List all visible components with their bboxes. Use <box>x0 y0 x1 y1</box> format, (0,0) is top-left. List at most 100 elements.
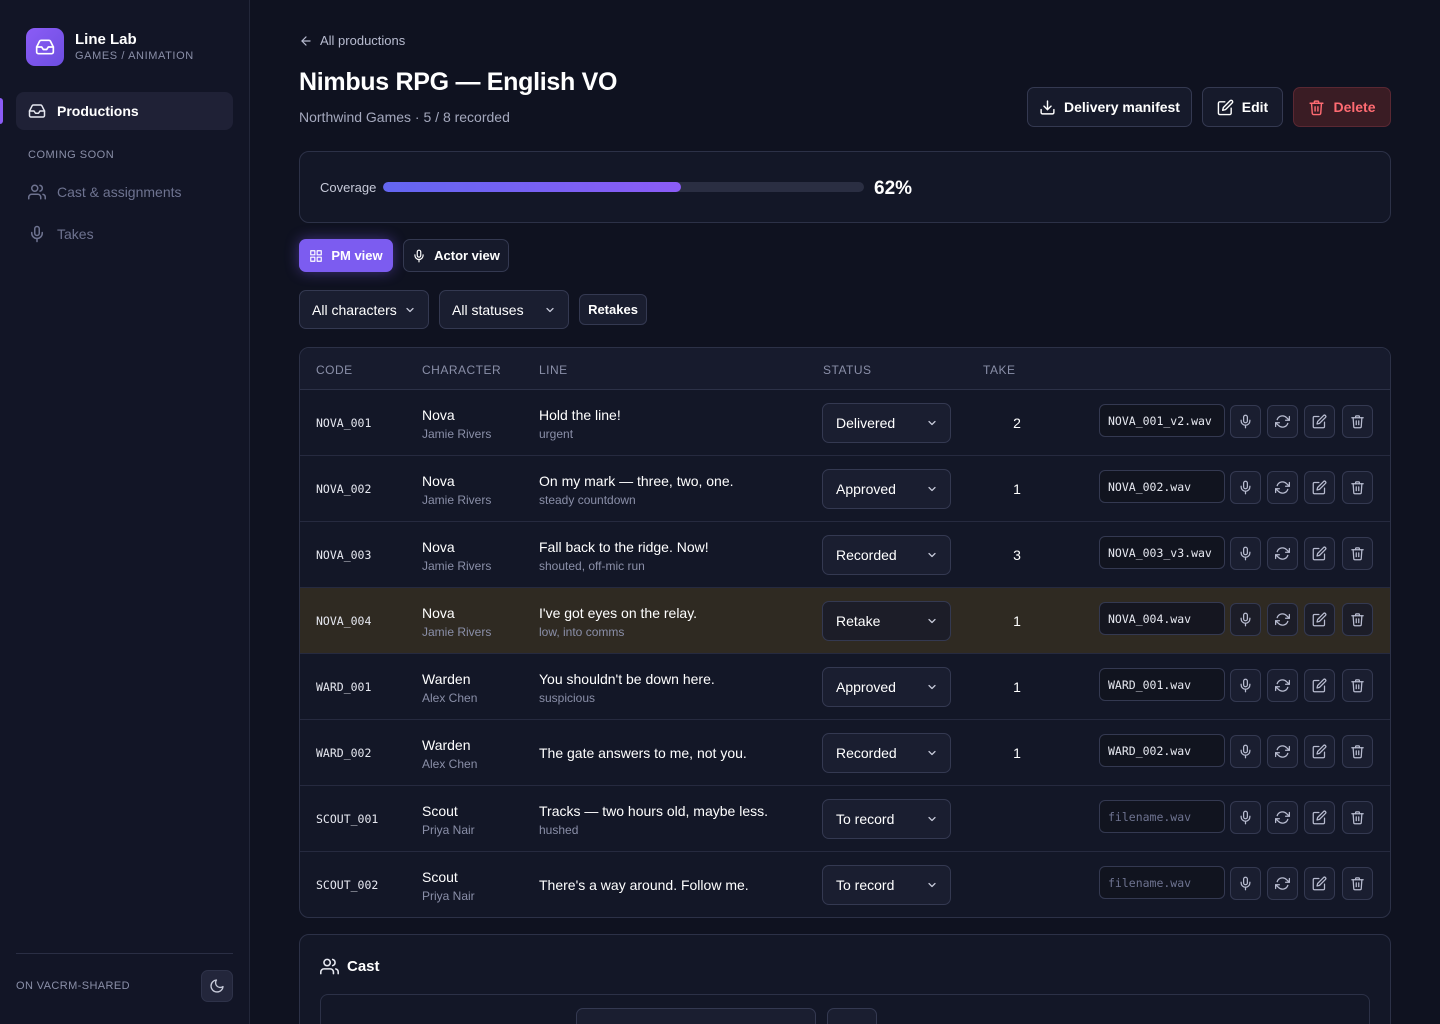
delete-line-button[interactable] <box>1342 735 1373 768</box>
filename-input[interactable] <box>1099 668 1225 701</box>
record-take-button[interactable] <box>1230 867 1261 900</box>
delete-line-button[interactable] <box>1342 867 1373 900</box>
line-code: NOVA_002 <box>316 482 372 496</box>
status-select[interactable]: To record <box>822 799 951 839</box>
delete-line-button[interactable] <box>1342 669 1373 702</box>
filename-input[interactable] <box>1099 734 1225 767</box>
cast-add-button[interactable] <box>827 1008 877 1024</box>
cast-name-field[interactable] <box>576 1008 816 1024</box>
record-take-button[interactable] <box>1230 537 1261 570</box>
replace-take-button[interactable] <box>1267 405 1298 438</box>
delete-line-button[interactable] <box>1342 471 1373 504</box>
replace-take-button[interactable] <box>1267 537 1298 570</box>
trash-icon <box>1350 744 1365 759</box>
line-direction: urgent <box>539 427 574 441</box>
replace-take-button[interactable] <box>1267 801 1298 834</box>
filename-input[interactable] <box>1099 470 1225 503</box>
filename-input[interactable] <box>1099 404 1225 437</box>
status-select[interactable]: Approved <box>822 667 951 707</box>
mic-icon <box>1238 810 1253 825</box>
delivery-manifest-button[interactable]: Delivery manifest <box>1027 87 1192 127</box>
replace-take-button[interactable] <box>1267 867 1298 900</box>
divider <box>16 953 233 954</box>
edit-icon <box>1312 744 1327 759</box>
status-select[interactable]: Retake <box>822 601 951 641</box>
take-number: 1 <box>1013 745 1021 761</box>
status-select[interactable]: Approved <box>822 469 951 509</box>
table-header: CODE CHARACTER LINE STATUS TAKE <box>300 348 1390 390</box>
edit-line-button[interactable] <box>1304 405 1335 438</box>
edit-icon <box>1312 414 1327 429</box>
delete-line-button[interactable] <box>1342 603 1373 636</box>
status-select[interactable]: Recorded <box>822 535 951 575</box>
status-select[interactable]: Delivered <box>822 403 951 443</box>
character-cell: Nova Jamie Rivers <box>422 407 491 442</box>
status-select[interactable]: To record <box>822 865 951 905</box>
delete-button[interactable]: Delete <box>1293 87 1391 127</box>
actor-name: Alex Chen <box>422 691 478 705</box>
sidebar-item-cast-assignments[interactable]: Cast & assignments <box>28 183 182 201</box>
edit-line-button[interactable] <box>1304 735 1335 768</box>
users-icon <box>320 957 339 976</box>
record-take-button[interactable] <box>1230 801 1261 834</box>
retakes-filter-button[interactable]: Retakes <box>579 294 647 325</box>
take-number: 2 <box>1013 415 1021 431</box>
actor-view-button[interactable]: Actor view <box>403 239 509 272</box>
status-select[interactable]: Recorded <box>822 733 951 773</box>
cast-form <box>320 994 1370 1024</box>
delete-line-button[interactable] <box>1342 405 1373 438</box>
record-take-button[interactable] <box>1230 603 1261 636</box>
inbox-icon <box>28 102 46 120</box>
record-take-button[interactable] <box>1230 405 1261 438</box>
line-text: Fall back to the ridge. Now! <box>539 539 709 555</box>
take-number: 1 <box>1013 481 1021 497</box>
replace-take-button[interactable] <box>1267 735 1298 768</box>
edit-line-button[interactable] <box>1304 471 1335 504</box>
page-subtitle: Northwind Games · 5 / 8 recorded <box>299 109 510 125</box>
filename-input[interactable] <box>1099 536 1225 569</box>
replace-take-button[interactable] <box>1267 603 1298 636</box>
character-name: Nova <box>422 539 455 555</box>
edit-button[interactable]: Edit <box>1202 87 1283 127</box>
delete-line-button[interactable] <box>1342 801 1373 834</box>
take-number: 3 <box>1013 547 1021 563</box>
pm-view-button[interactable]: PM view <box>299 239 393 272</box>
filename-input[interactable] <box>1099 602 1225 635</box>
actor-name: Priya Nair <box>422 889 475 903</box>
record-take-button[interactable] <box>1230 735 1261 768</box>
brand[interactable]: Line Lab GAMES / ANIMATION <box>26 28 194 66</box>
edit-line-button[interactable] <box>1304 867 1335 900</box>
refresh-icon <box>1275 546 1290 561</box>
trash-icon <box>1350 612 1365 627</box>
record-take-button[interactable] <box>1230 471 1261 504</box>
character-filter-select[interactable]: All characters <box>299 290 429 329</box>
filename-input[interactable] <box>1099 800 1225 833</box>
delete-line-button[interactable] <box>1342 537 1373 570</box>
replace-take-button[interactable] <box>1267 669 1298 702</box>
record-take-button[interactable] <box>1230 669 1261 702</box>
grid-icon <box>309 249 323 263</box>
table-row: NOVA_003 Nova Jamie Rivers Fall back to the… <box>300 522 1390 588</box>
replace-take-button[interactable] <box>1267 471 1298 504</box>
table-row: NOVA_001 Nova Jamie Rivers Hold the line! ur… <box>300 390 1390 456</box>
table-row: WARD_002 Warden Alex Chen The gate answers … <box>300 720 1390 786</box>
theme-toggle-button[interactable] <box>201 970 233 1002</box>
edit-line-button[interactable] <box>1304 801 1335 834</box>
character-cell: Nova Jamie Rivers <box>422 539 491 574</box>
status-value: Approved <box>836 481 896 497</box>
character-name: Nova <box>422 473 455 489</box>
users-icon <box>28 183 46 201</box>
edit-line-button[interactable] <box>1304 537 1335 570</box>
filename-input[interactable] <box>1099 866 1225 899</box>
line-code: NOVA_001 <box>316 416 372 430</box>
back-link[interactable]: All productions <box>299 33 405 48</box>
sidebar-item-productions[interactable]: Productions <box>16 92 233 130</box>
status-value: Recorded <box>836 745 897 761</box>
sidebar-item-label: Cast & assignments <box>57 184 182 200</box>
status-filter-select[interactable]: All statuses <box>439 290 569 329</box>
take-number: 1 <box>1013 679 1021 695</box>
sidebar-item-takes[interactable]: Takes <box>28 225 94 243</box>
table-row: NOVA_002 Nova Jamie Rivers On my mark — thr… <box>300 456 1390 522</box>
edit-line-button[interactable] <box>1304 669 1335 702</box>
edit-line-button[interactable] <box>1304 603 1335 636</box>
